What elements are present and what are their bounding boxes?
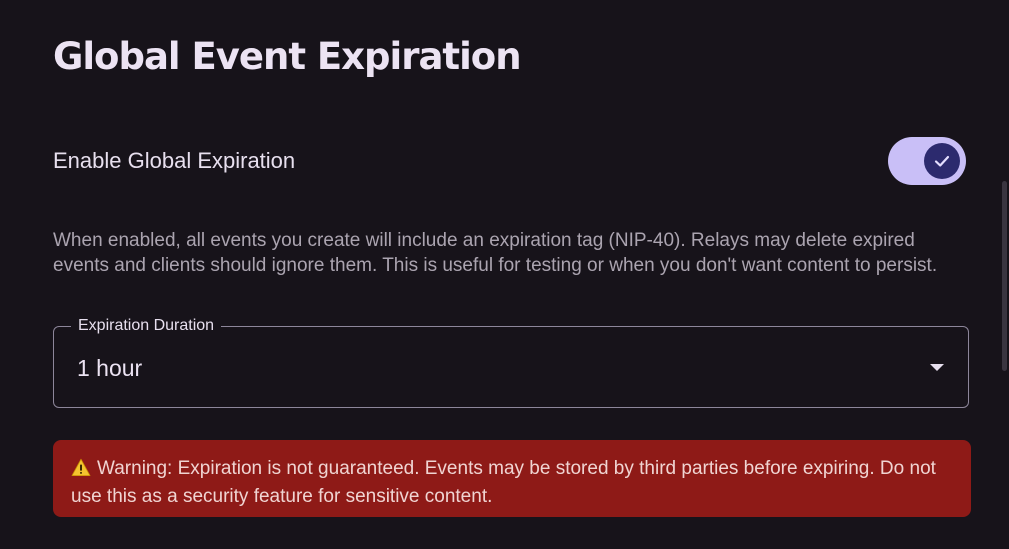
toggle-thumb: [924, 143, 960, 179]
scrollbar[interactable]: [1002, 181, 1007, 371]
chevron-down-icon[interactable]: [930, 364, 944, 371]
expiration-duration-value: 1 hour: [77, 355, 143, 381]
check-icon: [934, 155, 950, 167]
expiration-duration-label: Expiration Duration: [71, 316, 222, 336]
warning-alert: Warning: Expiration is not guaranteed. E…: [53, 440, 971, 517]
warning-text: Warning: Expiration is not guaranteed. E…: [71, 458, 936, 507]
page-title: Global Event Expiration: [53, 35, 522, 78]
settings-page: Global Event Expiration Enable Global Ex…: [0, 0, 1009, 549]
expiration-duration-select[interactable]: Expiration Duration 1 hour: [53, 316, 969, 408]
global-expiration-label: Enable Global Expiration: [53, 148, 296, 173]
warning-triangle-icon: [71, 458, 91, 484]
global-expiration-row: Enable Global Expiration: [53, 137, 966, 185]
global-expiration-toggle[interactable]: [888, 137, 966, 185]
expiration-description: When enabled, all events you create will…: [53, 230, 938, 276]
